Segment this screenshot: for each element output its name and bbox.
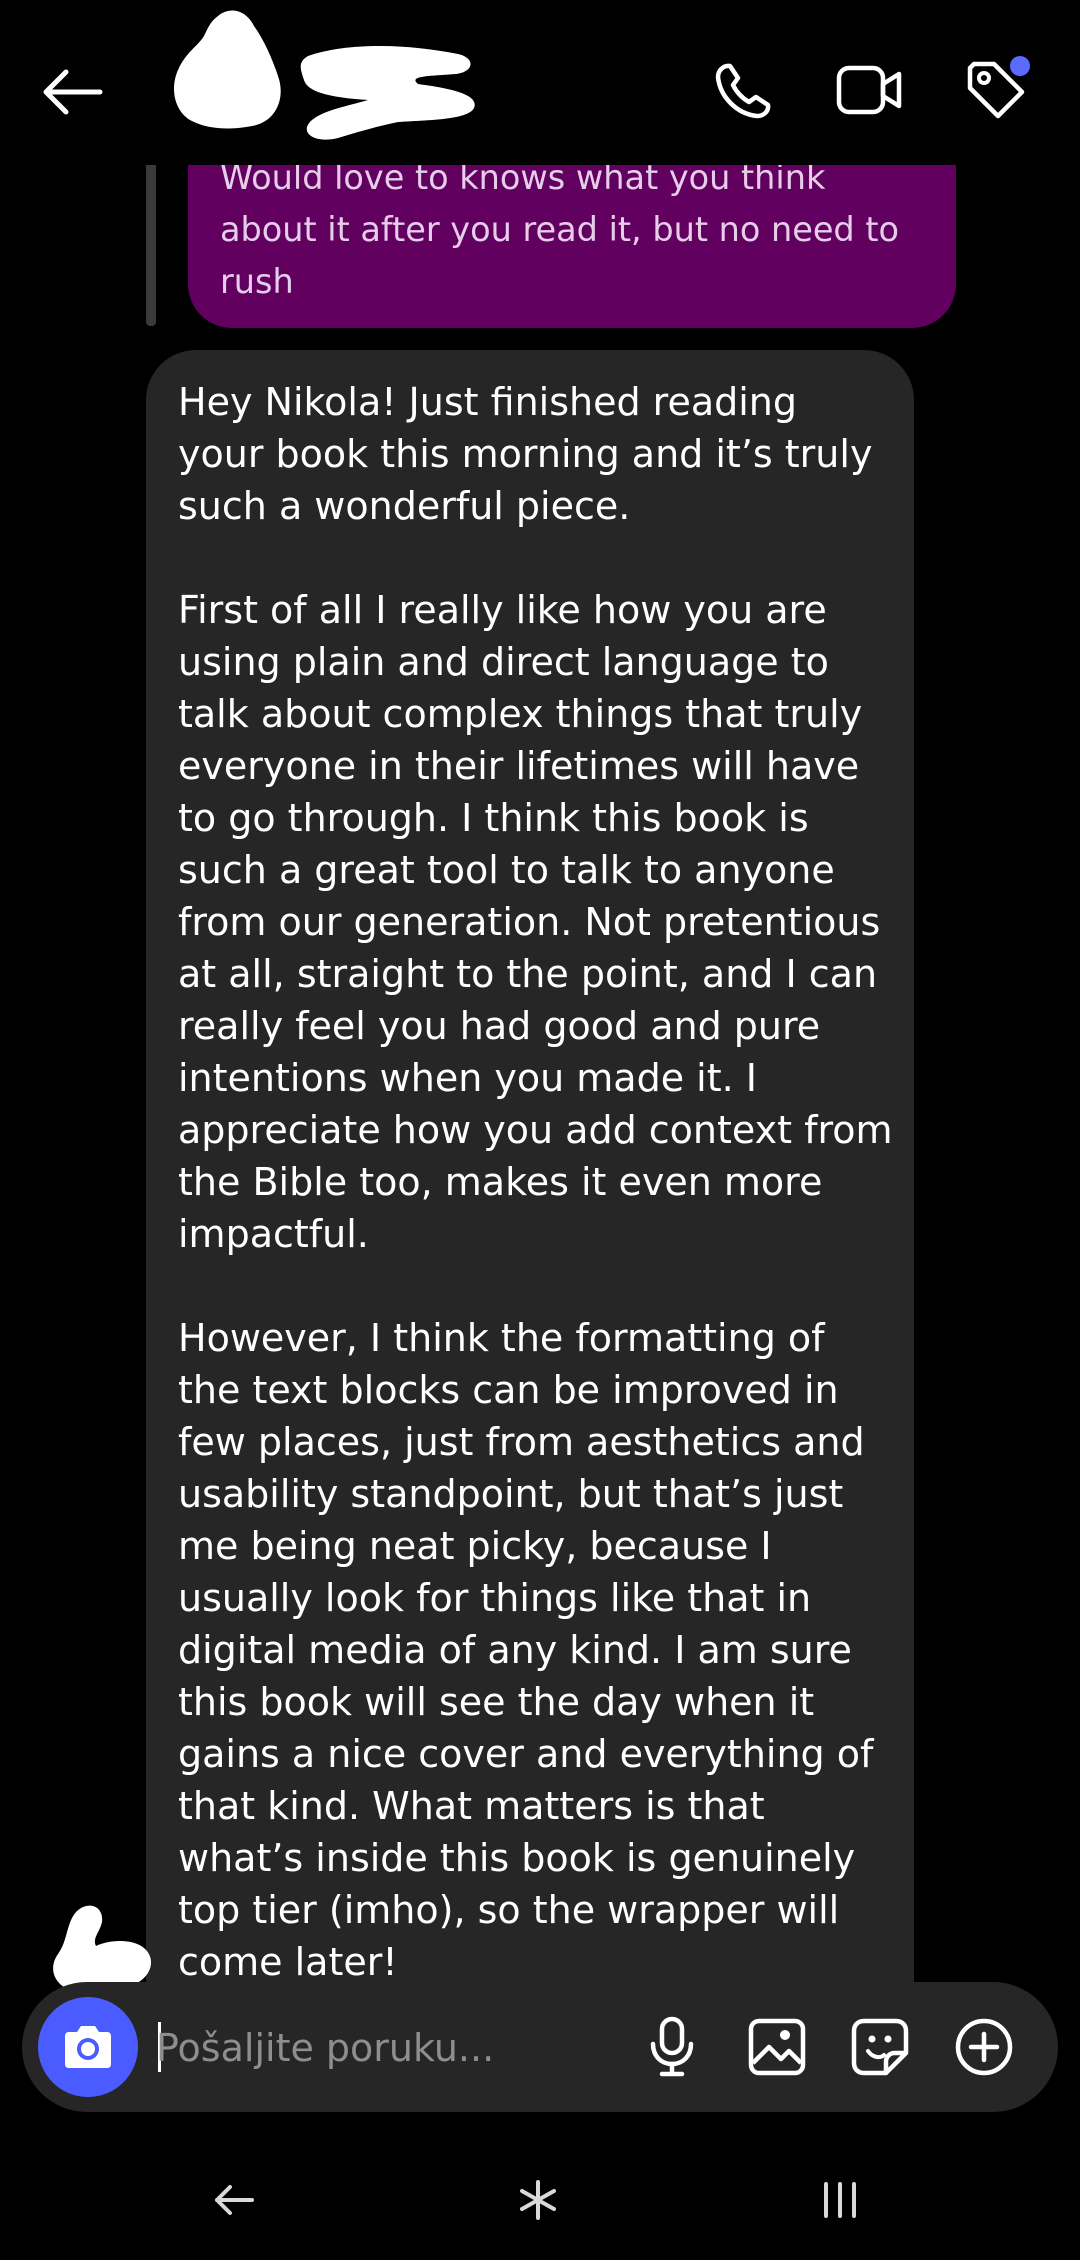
system-recents-button[interactable] [790, 2160, 890, 2240]
sticker-button[interactable] [840, 2007, 920, 2087]
contact-avatar-redacted[interactable] [168, 6, 296, 134]
recents-icon [824, 2182, 856, 2218]
phone-icon [715, 63, 771, 119]
message-thread[interactable]: Would love to knows what you think about… [0, 0, 1080, 2000]
gallery-button[interactable] [737, 2007, 817, 2087]
message-paragraph: First of all I really like how you are u… [178, 588, 893, 1256]
back-button[interactable] [32, 52, 112, 132]
home-icon [520, 2180, 556, 2220]
back-icon [215, 2185, 254, 2215]
notification-dot [1010, 56, 1030, 76]
more-options-button[interactable] [944, 2007, 1024, 2087]
voice-call-button[interactable] [702, 48, 786, 132]
chat-header: m [0, 0, 1080, 165]
contact-name-redaction [300, 46, 475, 140]
sent-message-text: Would love to knows what you think about… [220, 158, 899, 301]
message-input[interactable] [154, 2012, 628, 2084]
received-message-bubble[interactable]: Hey Nikola! Just finished reading your b… [146, 350, 914, 2000]
system-back-button[interactable] [184, 2160, 284, 2240]
message-composer [22, 1982, 1058, 2112]
voice-message-button[interactable] [632, 2007, 712, 2087]
plus-circle-icon [955, 2018, 1013, 2076]
back-arrow-icon [43, 69, 103, 115]
sticker-icon [851, 2018, 909, 2076]
video-camera-icon [836, 65, 902, 115]
video-call-button[interactable] [828, 48, 912, 132]
camera-icon [65, 2026, 111, 2068]
microphone-icon [650, 2016, 694, 2077]
message-paragraph: However, I think the formatting of the t… [178, 1316, 874, 1984]
system-home-button[interactable] [488, 2160, 588, 2240]
reply-thread-line [146, 160, 156, 326]
system-navigation-bar [0, 2140, 1080, 2260]
camera-button[interactable] [38, 1997, 138, 2097]
gallery-icon [748, 2018, 806, 2076]
message-paragraph: Hey Nikola! Just finished reading your b… [178, 380, 873, 528]
